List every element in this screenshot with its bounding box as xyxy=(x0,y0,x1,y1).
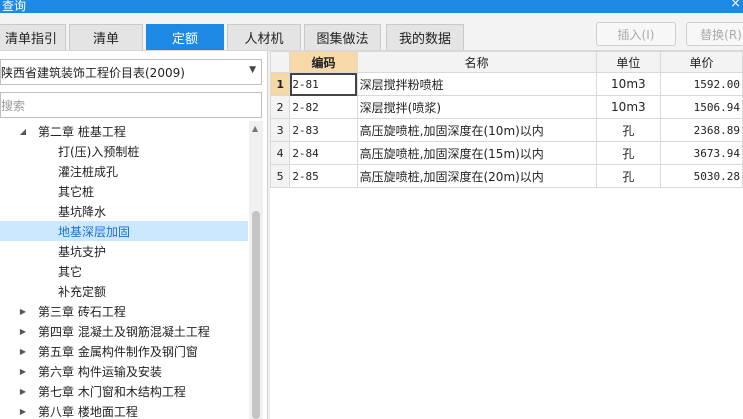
chevron-down-icon[interactable]: ▼ xyxy=(249,65,256,75)
tree-node-chapter-5[interactable]: ▶ 第五章 金属构件制作及钢门窗 xyxy=(0,341,248,361)
tree-node-precast-pile[interactable]: 打(压)入预制桩 xyxy=(0,141,248,161)
code-cell[interactable]: 2-82 xyxy=(289,95,358,119)
replace-button[interactable]: 替换(R) xyxy=(686,22,743,46)
tree-node-dewatering[interactable]: 基坑降水 xyxy=(0,201,248,221)
window-title: 查询 xyxy=(2,0,27,13)
tree-node-cast-pile[interactable]: 灌注桩成孔 xyxy=(0,161,248,181)
unit-cell[interactable]: 10m3 xyxy=(595,95,662,119)
tab-labor-material-machine[interactable]: 人材机 xyxy=(227,24,301,50)
scrollbar-thumb[interactable] xyxy=(252,211,260,419)
table-row[interactable]: 2 2-82 深层搅拌(喷浆) 10m3 1506.94 xyxy=(269,95,743,119)
tab-atlas-method[interactable]: 图集做法 xyxy=(304,24,381,50)
tree-node-chapter-7[interactable]: ▶ 第七章 木门窗和木结构工程 xyxy=(0,381,248,401)
code-cell[interactable]: 2-81 xyxy=(289,72,358,96)
unit-column-header[interactable]: 单位 xyxy=(595,51,662,73)
left-panel: 陕西省建筑装饰工程价目表(2009) ▼ 搜索 ◢ 第二章 桩基工程 打(压)入… xyxy=(0,51,268,419)
collapse-arrow-icon[interactable]: ◢ xyxy=(18,127,28,136)
unit-cell[interactable]: 孔 xyxy=(595,164,662,188)
row-index: 4 xyxy=(269,141,291,165)
tree-node-other-pile[interactable]: 其它桩 xyxy=(0,181,248,201)
name-cell[interactable]: 深层搅拌(喷浆) xyxy=(356,95,597,119)
tab-bill[interactable]: 清单 xyxy=(69,24,143,50)
row-index: 1 xyxy=(269,72,291,96)
code-cell[interactable]: 2-83 xyxy=(289,118,358,142)
tab-quota[interactable]: 定额 xyxy=(146,24,224,50)
chapter-tree: ◢ 第二章 桩基工程 打(压)入预制桩 灌注桩成孔 其它桩 基坑降水 地基深层加… xyxy=(0,121,248,419)
row-index: 5 xyxy=(269,164,291,188)
tab-bar: 清单指引 清单 定额 人材机 图集做法 我的数据 插入(I) 替换(R) xyxy=(0,13,743,51)
expand-arrow-icon[interactable]: ▶ xyxy=(18,367,28,376)
unit-cell[interactable]: 孔 xyxy=(595,118,662,142)
row-index: 3 xyxy=(269,118,291,142)
name-cell[interactable]: 深层搅拌粉喷桩 xyxy=(356,72,597,96)
tab-my-data[interactable]: 我的数据 xyxy=(386,24,464,50)
unit-cell[interactable]: 孔 xyxy=(595,141,662,165)
name-cell[interactable]: 高压旋喷桩,加固深度在(10m)以内 xyxy=(356,118,597,142)
row-index-header xyxy=(269,51,291,73)
code-cell[interactable]: 2-85 xyxy=(289,164,358,188)
insert-button[interactable]: 插入(I) xyxy=(596,22,676,46)
expand-arrow-icon[interactable]: ▶ xyxy=(18,407,28,416)
tree-node-chapter-3[interactable]: ▶ 第三章 砖石工程 xyxy=(0,301,248,321)
row-index: 2 xyxy=(269,95,291,119)
tab-bill-guide[interactable]: 清单指引 xyxy=(0,24,66,50)
expand-arrow-icon[interactable]: ▶ xyxy=(18,327,28,336)
title-bar: 查询 × xyxy=(0,0,743,13)
tree-node-other[interactable]: 其它 xyxy=(0,261,248,281)
price-cell[interactable]: 2368.89 xyxy=(660,118,743,142)
tree-node-pit-support[interactable]: 基坑支护 xyxy=(0,241,248,261)
search-input[interactable]: 搜索 xyxy=(0,92,262,118)
code-cell[interactable]: 2-84 xyxy=(289,141,358,165)
tree-node-chapter-8[interactable]: ▶ 第八章 楼地面工程 xyxy=(0,401,248,419)
price-cell[interactable]: 3673.94 xyxy=(660,141,743,165)
library-select[interactable]: 陕西省建筑装饰工程价目表(2009) ▼ xyxy=(0,59,262,85)
tree-node-supplement[interactable]: 补充定额 xyxy=(0,281,248,301)
table-row[interactable]: 5 2-85 高压旋喷桩,加固深度在(20m)以内 孔 5030.28 xyxy=(269,164,743,188)
name-cell[interactable]: 高压旋喷桩,加固深度在(15m)以内 xyxy=(356,141,597,165)
expand-arrow-icon[interactable]: ▶ xyxy=(18,307,28,316)
scroll-up-icon[interactable]: ▲ xyxy=(252,124,258,133)
price-cell[interactable]: 5030.28 xyxy=(660,164,743,188)
expand-arrow-icon[interactable]: ▶ xyxy=(18,347,28,356)
expand-arrow-icon[interactable]: ▶ xyxy=(18,387,28,396)
table-row[interactable]: 4 2-84 高压旋喷桩,加固深度在(15m)以内 孔 3673.94 xyxy=(269,141,743,165)
quota-grid-panel: 编码 名称 单位 单价 1 2-81 深层搅拌粉喷桩 10m3 1592.00 … xyxy=(269,51,743,419)
price-cell[interactable]: 1592.00 xyxy=(660,72,743,96)
price-cell[interactable]: 1506.94 xyxy=(660,95,743,119)
tree-node-chapter-6[interactable]: ▶ 第六章 构件运输及安装 xyxy=(0,361,248,381)
library-select-value: 陕西省建筑装饰工程价目表(2009) xyxy=(1,65,185,80)
table-row[interactable]: 3 2-83 高压旋喷桩,加固深度在(10m)以内 孔 2368.89 xyxy=(269,118,743,142)
code-column-header[interactable]: 编码 xyxy=(289,51,358,73)
table-row[interactable]: 1 2-81 深层搅拌粉喷桩 10m3 1592.00 xyxy=(269,72,743,96)
close-icon[interactable]: × xyxy=(730,0,741,11)
name-column-header[interactable]: 名称 xyxy=(356,51,597,73)
name-cell[interactable]: 高压旋喷桩,加固深度在(20m)以内 xyxy=(356,164,597,188)
tree-scrollbar[interactable]: ▲ xyxy=(249,121,263,419)
price-column-header[interactable]: 单价 xyxy=(660,51,743,73)
quota-table: 编码 名称 单位 单价 1 2-81 深层搅拌粉喷桩 10m3 1592.00 … xyxy=(269,51,743,188)
tree-node-chapter-4[interactable]: ▶ 第四章 混凝土及钢筋混凝土工程 xyxy=(0,321,248,341)
unit-cell[interactable]: 10m3 xyxy=(595,72,662,96)
tree-node-chapter-2[interactable]: ◢ 第二章 桩基工程 xyxy=(0,121,248,141)
table-header-row: 编码 名称 单位 单价 xyxy=(269,51,743,73)
tree-node-deep-reinforcement[interactable]: 地基深层加固 xyxy=(0,221,248,241)
